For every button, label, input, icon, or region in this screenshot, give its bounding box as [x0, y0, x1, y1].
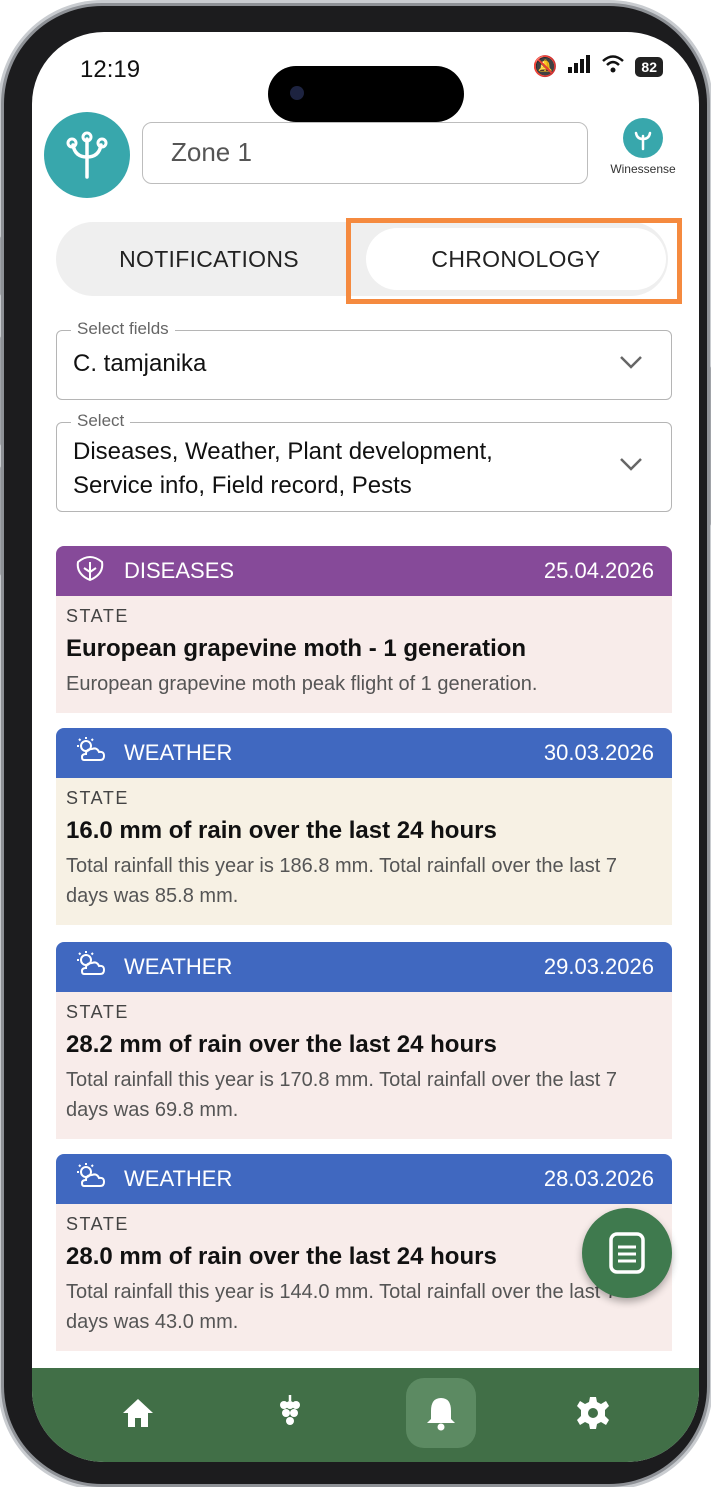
camera-icon [290, 86, 304, 100]
volume-down-button [0, 466, 1, 576]
bell-icon [427, 1398, 456, 1431]
card-description: Total rainfall this year is 186.8 mm. To… [66, 855, 617, 907]
disease-leaf-icon [74, 554, 108, 589]
timeline-card-diseases[interactable]: DISEASES 25.04.2026 STATE European grape… [56, 546, 672, 713]
nav-notifications[interactable] [406, 1378, 477, 1448]
chronology-highlight-box [346, 218, 682, 304]
timeline-card-weather[interactable]: WEATHER 30.03.2026 STATE 16.0 mm of rain… [56, 728, 672, 925]
card-body: STATE 28.0 mm of rain over the last 24 h… [56, 1204, 672, 1351]
brand-badge: Winessense [598, 118, 688, 176]
dynamic-island [268, 66, 464, 122]
vine-logo-icon [66, 131, 108, 179]
status-time: 12:19 [80, 56, 141, 83]
sun-cloud-icon [74, 1162, 108, 1197]
chevron-down-icon [619, 349, 643, 375]
card-header: WEATHER 30.03.2026 [56, 728, 672, 778]
select-types-dropdown[interactable]: Select Diseases, Weather, Plant developm… [56, 411, 672, 512]
card-state-label: STATE [66, 1002, 129, 1022]
select-fields-label: Select fields [71, 319, 175, 339]
card-state-label: STATE [66, 606, 129, 626]
phone-frame: 12:19 🔕 82 Zone 1 Winessense NOTIFICATIO… [0, 6, 711, 1484]
chevron-down-icon [619, 451, 643, 477]
card-header: WEATHER 29.03.2026 [56, 942, 672, 992]
bottom-nav [32, 1368, 699, 1462]
card-state-label: STATE [66, 788, 129, 808]
card-category: WEATHER [124, 740, 233, 765]
card-header: DISEASES 25.04.2026 [56, 546, 672, 596]
home-icon [122, 1399, 153, 1427]
select-types-value: Diseases, Weather, Plant development, Se… [73, 438, 493, 499]
nav-home[interactable] [103, 1378, 173, 1448]
card-date: 25.04.2026 [543, 558, 654, 583]
select-types-label: Select [71, 411, 131, 431]
status-icons: 🔕 82 [533, 54, 663, 79]
screen: 12:19 🔕 82 Zone 1 Winessense NOTIFICATIO… [32, 32, 699, 1462]
card-body: STATE 16.0 mm of rain over the last 24 h… [56, 778, 672, 925]
card-title: 28.0 mm of rain over the last 24 hours [66, 1243, 497, 1270]
card-description: European grapevine moth peak flight of 1… [66, 673, 538, 695]
sun-cloud-icon [74, 736, 108, 771]
app-logo[interactable] [44, 112, 130, 198]
nav-vineyard[interactable] [255, 1378, 325, 1448]
card-title: European grapevine moth - 1 generation [66, 635, 527, 662]
gear-icon [577, 1397, 610, 1429]
card-category: WEATHER [124, 954, 233, 979]
sun-cloud-icon [74, 950, 108, 985]
report-fab-button[interactable] [582, 1208, 672, 1298]
brand-name: Winessense [610, 162, 676, 176]
winessense-logo-icon [623, 118, 663, 158]
document-icon [609, 1232, 645, 1274]
nav-settings[interactable] [558, 1378, 628, 1448]
battery-icon: 82 [635, 56, 663, 77]
select-fields-dropdown[interactable]: Select fields C. tamjanika [56, 319, 672, 400]
signal-icon [567, 54, 591, 79]
card-category: WEATHER [124, 1166, 233, 1191]
card-date: 28.03.2026 [543, 1166, 654, 1191]
card-state-label: STATE [66, 1214, 129, 1234]
zone-selector[interactable]: Zone 1 [142, 122, 588, 184]
mute-icon: 🔕 [532, 56, 558, 78]
card-header: WEATHER 28.03.2026 [56, 1154, 672, 1204]
card-title: 28.2 mm of rain over the last 24 hours [66, 1031, 497, 1058]
card-date: 29.03.2026 [543, 954, 654, 979]
timeline-card-weather[interactable]: WEATHER 28.03.2026 STATE 28.0 mm of rain… [56, 1154, 672, 1351]
card-body: STATE 28.2 mm of rain over the last 24 h… [56, 992, 672, 1139]
card-title: 16.0 mm of rain over the last 24 hours [66, 817, 497, 844]
volume-up-button [0, 336, 1, 446]
grape-icon [279, 1395, 300, 1425]
card-body: STATE European grapevine moth - 1 genera… [56, 596, 672, 713]
wifi-icon [601, 54, 625, 79]
card-description: Total rainfall this year is 144.0 mm. To… [66, 1281, 617, 1333]
card-description: Total rainfall this year is 170.8 mm. To… [66, 1069, 617, 1121]
mute-switch [0, 236, 1, 296]
card-category: DISEASES [124, 558, 235, 583]
tab-notifications[interactable]: NOTIFICATIONS [56, 222, 362, 296]
timeline-card-weather[interactable]: WEATHER 29.03.2026 STATE 28.2 mm of rain… [56, 942, 672, 1139]
card-date: 30.03.2026 [543, 740, 654, 765]
